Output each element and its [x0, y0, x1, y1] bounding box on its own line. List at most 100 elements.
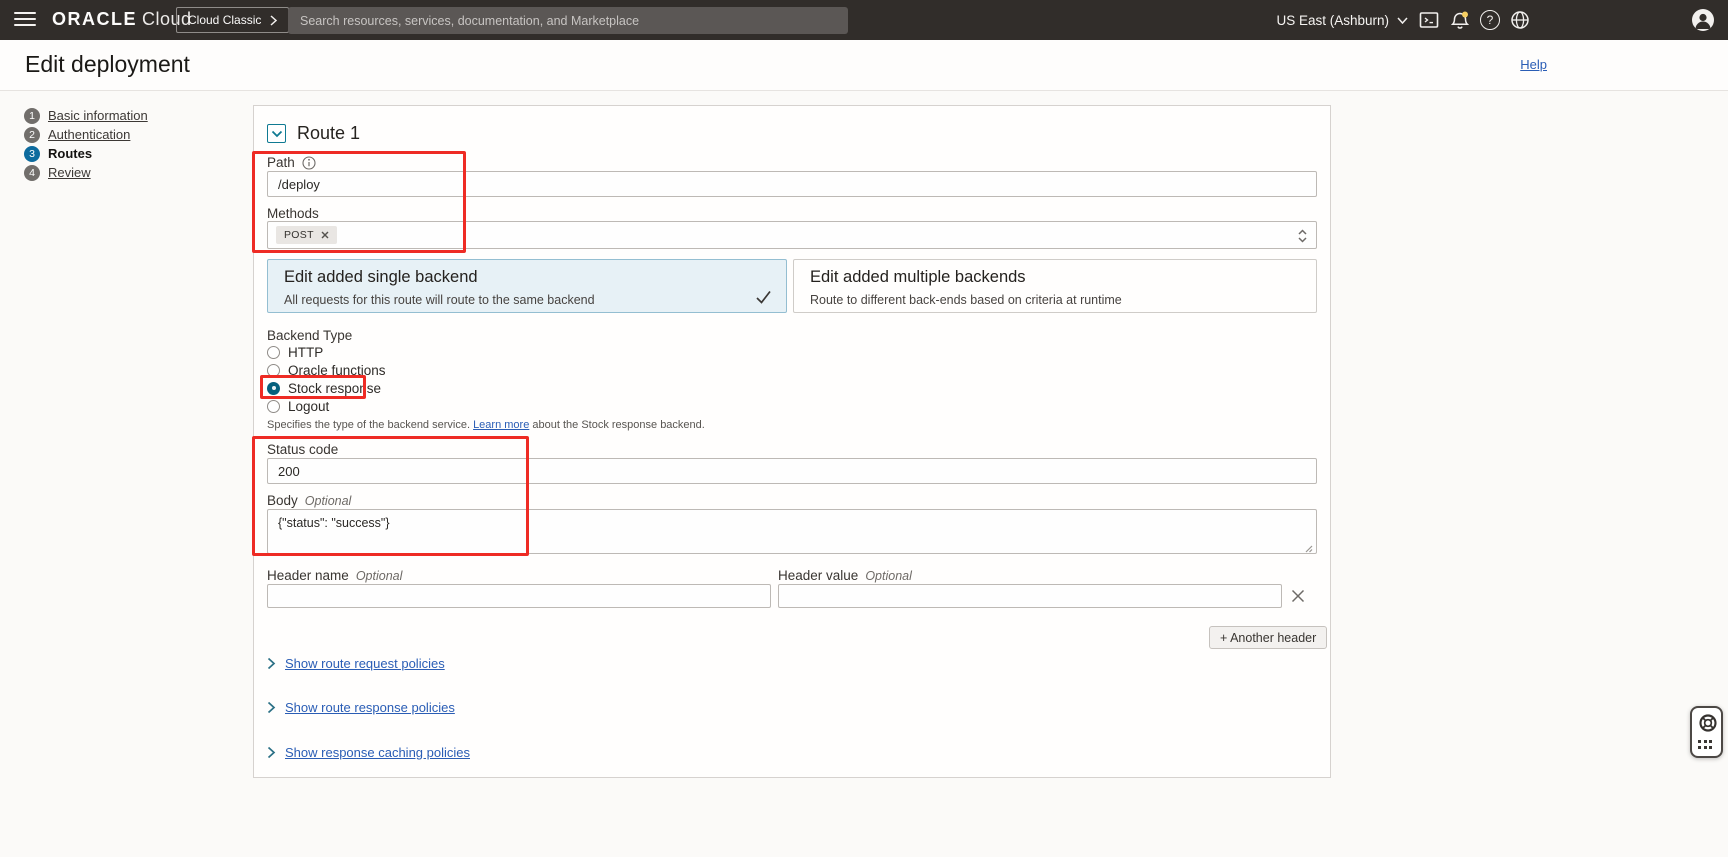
- wizard-step-label[interactable]: Review: [48, 165, 91, 180]
- global-search: [288, 7, 848, 34]
- notification-dot: [1462, 12, 1468, 18]
- optional-tag: Optional: [305, 494, 352, 508]
- radio-circle: [267, 346, 280, 359]
- step-number-badge: 3: [24, 146, 40, 162]
- body-label: Body: [267, 493, 298, 508]
- helper-prefix: Specifies the type of the backend servic…: [267, 419, 473, 431]
- header-name-label-row: Header name Optional: [267, 568, 402, 583]
- route-title: Route 1: [297, 123, 360, 144]
- helper-suffix: about the Stock response backend.: [529, 419, 705, 431]
- radio-logout[interactable]: Logout: [267, 398, 329, 414]
- wizard-step-routes[interactable]: 3 Routes: [24, 144, 148, 163]
- optional-tag: Optional: [865, 569, 912, 583]
- card-multiple-backends[interactable]: Edit added multiple backends Route to di…: [793, 259, 1317, 313]
- methods-multiselect[interactable]: POST: [267, 221, 1317, 249]
- card-subtitle: Route to different back-ends based on cr…: [810, 293, 1122, 307]
- header-value-label-row: Header value Optional: [778, 568, 912, 583]
- chevron-down-icon: [1397, 17, 1408, 24]
- step-number-badge: 1: [24, 108, 40, 124]
- cloud-classic-button[interactable]: Cloud Classic: [176, 7, 289, 33]
- optional-tag: Optional: [356, 569, 403, 583]
- radio-circle: [267, 400, 280, 413]
- notifications-bell-icon[interactable]: [1450, 10, 1470, 30]
- language-globe-icon[interactable]: [1510, 10, 1530, 30]
- help-link[interactable]: Help: [1520, 57, 1547, 72]
- resize-grip-icon[interactable]: [1303, 543, 1313, 553]
- chevron-right-icon: [267, 701, 276, 714]
- step-number-badge: 4: [24, 165, 40, 181]
- checkmark-icon: [755, 290, 772, 305]
- select-spinner-icon: [1297, 228, 1308, 244]
- region-label: US East (Ashburn): [1276, 13, 1389, 28]
- avatar-person-icon: [1692, 9, 1714, 31]
- radio-oracle-functions[interactable]: Oracle functions: [267, 362, 386, 378]
- chevron-right-icon: [270, 15, 277, 26]
- search-input[interactable]: [288, 7, 848, 34]
- life-ring-icon: [1698, 713, 1718, 733]
- brand-oracle: ORACLE: [52, 9, 137, 29]
- dots-grid-icon: [1698, 740, 1719, 749]
- page-title: Edit deployment: [25, 51, 190, 78]
- wizard-step-label[interactable]: Basic information: [48, 108, 148, 123]
- add-another-header-button[interactable]: + Another header: [1209, 626, 1327, 649]
- card-single-backend[interactable]: Edit added single backend All requests f…: [267, 259, 787, 313]
- cloud-classic-label: Cloud Classic: [188, 13, 261, 27]
- radio-circle: [267, 364, 280, 377]
- remove-header-icon[interactable]: [1289, 587, 1307, 605]
- body-textarea[interactable]: {"status": "success"}: [267, 509, 1317, 554]
- radio-label: HTTP: [288, 345, 323, 360]
- radio-stock-response[interactable]: Stock response: [267, 380, 381, 396]
- toggle-route-response-policies[interactable]: Show route response policies: [267, 699, 455, 715]
- chevron-down-icon: [271, 130, 283, 138]
- card-title: Edit added single backend: [284, 268, 478, 287]
- help-icon[interactable]: ?: [1480, 10, 1500, 30]
- wizard-step-basic-information[interactable]: 1 Basic information: [24, 106, 148, 125]
- radio-circle-selected: [267, 382, 280, 395]
- learn-more-link[interactable]: Learn more: [473, 419, 529, 431]
- toggle-response-caching-policies[interactable]: Show response caching policies: [267, 744, 470, 760]
- profile-avatar[interactable]: [1692, 9, 1714, 31]
- page-header: Edit deployment Help: [0, 40, 1728, 91]
- methods-label: Methods: [267, 206, 319, 221]
- header-name-input[interactable]: [267, 584, 771, 608]
- wizard-steps: 1 Basic information 2 Authentication 3 R…: [24, 106, 148, 182]
- assistant-widget-button[interactable]: [1690, 706, 1723, 758]
- card-title: Edit added multiple backends: [810, 268, 1026, 287]
- route-panel: Route 1 Path Methods POST E: [253, 105, 1331, 778]
- header-name-label: Header name: [267, 568, 349, 583]
- path-label: Path: [267, 155, 295, 170]
- policy-link[interactable]: Show response caching policies: [285, 745, 470, 760]
- route-header: Route 1: [267, 123, 360, 144]
- radio-http[interactable]: HTTP: [267, 344, 323, 360]
- radio-label: Oracle functions: [288, 363, 386, 378]
- step-number-badge: 2: [24, 127, 40, 143]
- wizard-step-label[interactable]: Routes: [48, 146, 92, 161]
- remove-chip-icon[interactable]: [321, 231, 329, 239]
- chevron-right-icon: [267, 657, 276, 670]
- wizard-step-review[interactable]: 4 Review: [24, 163, 148, 182]
- wizard-step-label[interactable]: Authentication: [48, 127, 130, 142]
- chevron-right-icon: [267, 746, 276, 759]
- cloud-shell-icon[interactable]: [1419, 10, 1439, 30]
- path-input[interactable]: [267, 171, 1317, 197]
- policy-link[interactable]: Show route request policies: [285, 656, 445, 671]
- wizard-step-authentication[interactable]: 2 Authentication: [24, 125, 148, 144]
- backend-type-label: Backend Type: [267, 328, 352, 343]
- collapse-route-button[interactable]: [267, 124, 286, 143]
- info-icon[interactable]: [302, 156, 316, 170]
- oracle-cloud-console: ORACLECloud Cloud Classic US East (Ashbu…: [0, 0, 1728, 857]
- radio-label: Stock response: [288, 381, 381, 396]
- menu-icon[interactable]: [14, 12, 36, 28]
- region-selector[interactable]: US East (Ashburn): [1276, 0, 1408, 40]
- toggle-route-request-policies[interactable]: Show route request policies: [267, 655, 445, 671]
- header-value-label: Header value: [778, 568, 858, 583]
- header-value-input[interactable]: [778, 584, 1282, 608]
- top-navigation-bar: ORACLECloud Cloud Classic US East (Ashbu…: [0, 0, 1728, 40]
- path-label-row: Path: [267, 155, 316, 170]
- status-code-label: Status code: [267, 442, 338, 457]
- policy-link[interactable]: Show route response policies: [285, 700, 455, 715]
- card-subtitle: All requests for this route will route t…: [284, 293, 595, 307]
- backend-helper-text: Specifies the type of the backend servic…: [267, 419, 705, 431]
- status-code-input[interactable]: [267, 458, 1317, 484]
- method-chip-post[interactable]: POST: [276, 226, 337, 244]
